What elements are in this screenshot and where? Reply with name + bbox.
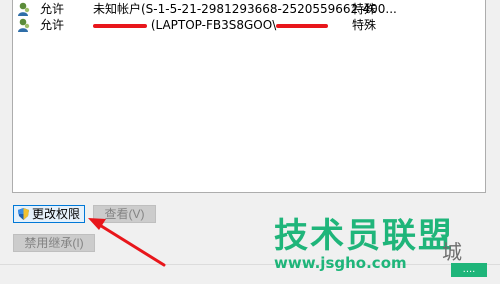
redaction-mark [93, 23, 147, 28]
permission-entries-list[interactable]: 允许 未知帐户(S-1-5-21-2981293668-2520559662-4… [12, 0, 486, 193]
entry-principal-suffix: (LAPTOP-FB3S8GOO\ [147, 18, 277, 32]
user-icon [18, 2, 30, 16]
entry-access: 特殊 [352, 18, 377, 32]
change-permissions-label: 更改权限 [31, 207, 80, 221]
watermark-site: www.jsgho.com [274, 254, 407, 272]
view-button[interactable]: 查看(V) [93, 205, 156, 223]
watermark-brand: 技术员联盟 [274, 216, 454, 256]
watermark-tag: .... [451, 263, 487, 277]
watermark: 技术员联盟 城 www.jsgho.com .... [266, 212, 496, 280]
change-permissions-button[interactable]: 更改权限 [13, 205, 85, 223]
permission-row[interactable]: 允许 (LAPTOP-FB3S8GOO\ 特殊 [13, 16, 485, 34]
entry-principal: (LAPTOP-FB3S8GOO\ [93, 16, 329, 34]
disable-inheritance-button[interactable]: 禁用继承(I) [13, 234, 95, 252]
user-icon [18, 18, 30, 32]
redaction-mark [276, 23, 329, 28]
watermark-city: 城 [442, 240, 462, 264]
uac-shield-icon [18, 208, 29, 220]
entry-type: 允许 [40, 18, 65, 32]
